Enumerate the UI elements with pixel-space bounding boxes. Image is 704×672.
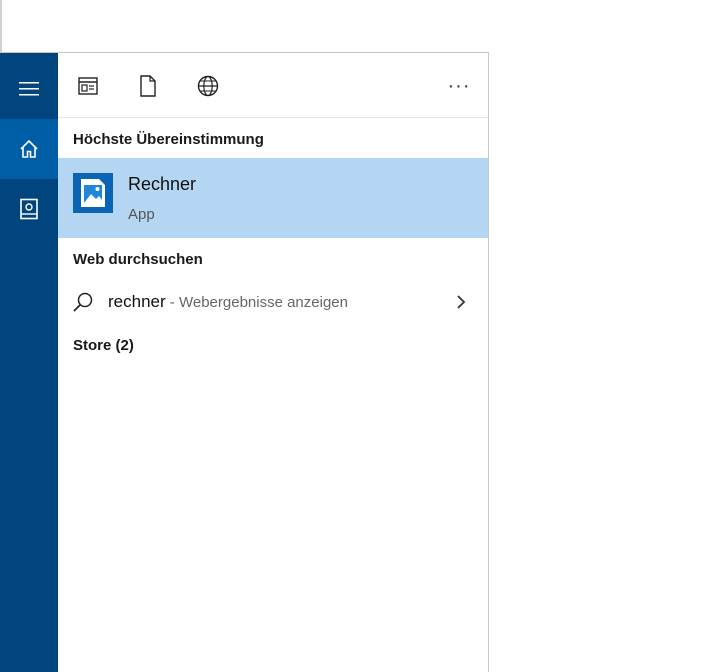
home-button[interactable] xyxy=(0,119,58,179)
result-type: App xyxy=(128,206,155,223)
home-icon xyxy=(20,139,38,158)
menu-button[interactable] xyxy=(0,59,58,119)
navigation-rail xyxy=(0,53,58,672)
web-filter-icon xyxy=(197,75,219,97)
search-icon xyxy=(73,292,93,312)
search-panel: ··· Höchste Übereinstimmung Rechner App … xyxy=(0,52,489,672)
documents-filter-button[interactable] xyxy=(133,71,163,101)
best-match-heading: Höchste Übereinstimmung xyxy=(73,131,264,148)
chevron-right-icon xyxy=(457,295,466,309)
best-match-result[interactable]: Rechner App xyxy=(58,158,488,238)
hamburger-icon xyxy=(19,82,39,96)
web-results-hint: - Webergebnisse anzeigen xyxy=(165,294,348,311)
web-query-text: rechner - Webergebnisse anzeigen xyxy=(108,292,348,312)
web-search-heading: Web durchsuchen xyxy=(73,251,203,268)
notebook-icon xyxy=(20,198,38,220)
result-title: Rechner xyxy=(128,174,197,194)
documents-filter-icon xyxy=(140,75,156,97)
filter-toolbar: ··· xyxy=(58,53,488,118)
web-filter-button[interactable] xyxy=(193,71,223,101)
results-pane: ··· Höchste Übereinstimmung Rechner App … xyxy=(58,53,488,672)
calculator-app-icon xyxy=(73,173,113,213)
more-options-button[interactable]: ··· xyxy=(444,71,474,101)
apps-filter-icon xyxy=(78,77,98,95)
apps-filter-button[interactable] xyxy=(73,71,103,101)
desktop-edge xyxy=(0,0,2,52)
notebook-button[interactable] xyxy=(0,179,58,239)
web-search-result[interactable]: rechner - Webergebnisse anzeigen xyxy=(58,283,488,323)
store-heading[interactable]: Store (2) xyxy=(73,337,134,354)
search-term: rechner xyxy=(108,292,166,311)
